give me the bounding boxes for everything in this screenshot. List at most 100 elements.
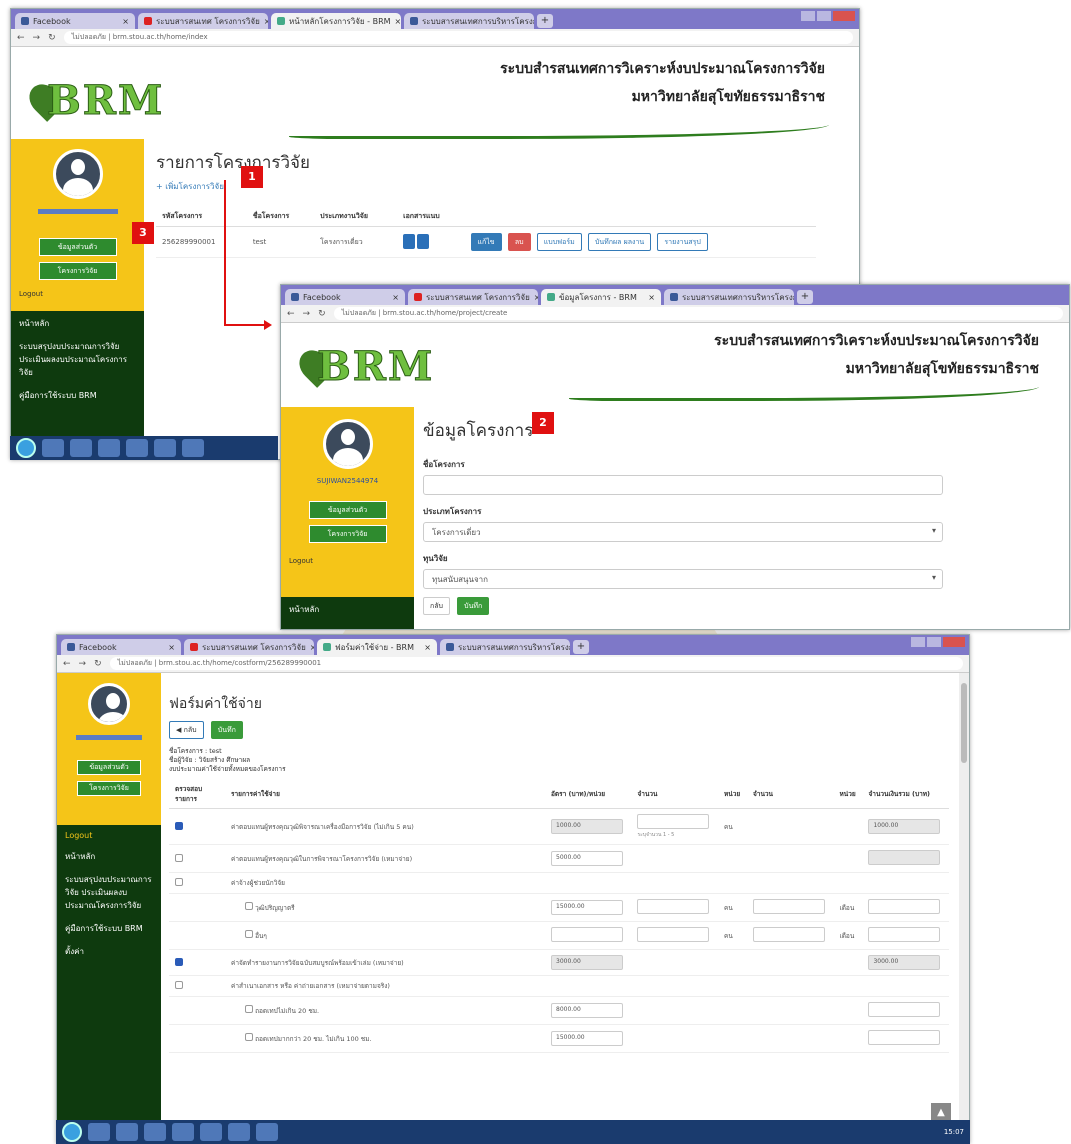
- save-button[interactable]: บันทึก: [210, 721, 243, 739]
- sidebar-item-home[interactable]: หน้าหลัก: [65, 850, 153, 863]
- sidebar-item-home[interactable]: หน้าหลัก: [289, 603, 406, 616]
- reload-icon[interactable]: ↻: [94, 659, 102, 669]
- ie-icon[interactable]: [42, 439, 64, 457]
- maximize-button[interactable]: [927, 637, 941, 647]
- rate-input[interactable]: 5000.00: [551, 851, 623, 866]
- logout-link[interactable]: Logout: [281, 553, 414, 569]
- chrome-icon[interactable]: [172, 1123, 194, 1141]
- app-icon[interactable]: [200, 1123, 222, 1141]
- forward-arrow-icon[interactable]: →: [79, 659, 87, 669]
- qty2-input[interactable]: [752, 899, 825, 914]
- document-icon[interactable]: [403, 233, 416, 249]
- new-tab-button[interactable]: +: [537, 14, 553, 28]
- url-field[interactable]: ไม่ปลอดภัย | brm.stou.ac.th/home/project…: [333, 307, 1063, 320]
- project-type-select[interactable]: โครงการเดี่ยว ▾: [423, 522, 943, 542]
- rate-input[interactable]: 15000.00: [551, 1031, 623, 1046]
- browser-tab[interactable]: ระบบสารสนเทศ โครงการวิจัย×: [138, 13, 268, 29]
- profile-info-button[interactable]: ข้อมูลส่วนตัว: [308, 501, 387, 519]
- row-checkbox[interactable]: [245, 902, 253, 910]
- row-checkbox[interactable]: [245, 930, 253, 938]
- fund-select[interactable]: ทุนสนับสนุนจาก ▾: [423, 569, 943, 589]
- reload-icon[interactable]: ↻: [48, 33, 56, 43]
- reload-icon[interactable]: ↻: [318, 309, 326, 319]
- record-results-button[interactable]: บันทึกผล ผลงาน: [587, 233, 652, 251]
- project-edit-button[interactable]: โครงการวิจัย: [77, 781, 141, 796]
- app-icon[interactable]: [182, 439, 204, 457]
- url-field[interactable]: ไม่ปลอดภัย | brm.stou.ac.th/home/index: [63, 31, 853, 44]
- form-button[interactable]: แบบฟอร์ม: [536, 233, 582, 251]
- sidebar-item-budget[interactable]: ระบบสรุปงบประมาณการวิจัย ประเมินผลงบประม…: [65, 873, 153, 912]
- profile-info-button[interactable]: ข้อมูลส่วนตัว: [38, 238, 117, 256]
- browser-tab-active[interactable]: หน้าหลักโครงการวิจัย - BRM ×: [271, 13, 401, 29]
- sidebar-item-home[interactable]: หน้าหลัก: [19, 317, 136, 330]
- back-button[interactable]: กลับ: [423, 597, 450, 615]
- new-tab-button[interactable]: +: [573, 640, 589, 654]
- qty2-input[interactable]: [752, 927, 825, 942]
- browser-tab[interactable]: ระบบสารสนเทศ โครงการวิจัย×: [184, 639, 314, 655]
- browser-tab[interactable]: Facebook ×: [285, 289, 405, 305]
- maximize-button[interactable]: [817, 11, 831, 21]
- logout-link[interactable]: Logout: [65, 831, 153, 840]
- explorer-icon[interactable]: [70, 439, 92, 457]
- qty-input[interactable]: [637, 927, 710, 942]
- start-button[interactable]: [16, 438, 36, 458]
- minimize-button[interactable]: [911, 637, 925, 647]
- project-edit-button[interactable]: โครงการวิจัย: [38, 262, 117, 280]
- close-window-button[interactable]: [943, 637, 965, 647]
- delete-button[interactable]: ลบ: [507, 233, 531, 251]
- document-icon[interactable]: [417, 233, 430, 249]
- back-arrow-icon[interactable]: ←: [287, 309, 295, 319]
- media-icon[interactable]: [144, 1123, 166, 1141]
- sidebar-item-manual[interactable]: คู่มือการใช้ระบบ BRM: [65, 922, 153, 935]
- row-checkbox[interactable]: [245, 1033, 253, 1041]
- row-checkbox[interactable]: [175, 853, 183, 862]
- row-checkbox[interactable]: [175, 878, 183, 886]
- rate-input[interactable]: [551, 927, 623, 942]
- page-scrollbar[interactable]: [959, 673, 969, 1143]
- new-tab-button[interactable]: +: [797, 290, 813, 304]
- project-edit-button[interactable]: โครงการวิจัย: [308, 525, 387, 543]
- browser-tab[interactable]: Facebook ×: [61, 639, 181, 655]
- profile-info-button[interactable]: ข้อมูลส่วนตัว: [77, 760, 141, 775]
- app-icon[interactable]: [228, 1123, 250, 1141]
- project-name-input[interactable]: [423, 475, 943, 495]
- save-button[interactable]: บันทึก: [457, 597, 490, 615]
- logout-link[interactable]: Logout: [11, 286, 144, 302]
- qty-input[interactable]: [637, 814, 710, 829]
- summary-report-button[interactable]: รายงานสรุป: [657, 233, 708, 251]
- close-window-button[interactable]: [833, 11, 855, 21]
- back-button[interactable]: ◀ กลับ: [169, 721, 204, 739]
- row-checkbox[interactable]: [175, 821, 183, 830]
- chrome-icon[interactable]: [126, 439, 148, 457]
- rate-input[interactable]: 15000.00: [551, 900, 623, 915]
- url-field[interactable]: ไม่ปลอดภัย | brm.stou.ac.th/home/costfor…: [109, 657, 963, 670]
- row-checkbox[interactable]: [175, 981, 183, 989]
- qty-input[interactable]: [637, 899, 710, 914]
- app-icon[interactable]: [256, 1123, 278, 1141]
- browser-tab[interactable]: ระบบสารสนเทศการบริหารโครงการ×: [664, 289, 794, 305]
- app-icon[interactable]: [154, 439, 176, 457]
- browser-tab[interactable]: ระบบสารสนเทศการบริหารโครงการ×: [404, 13, 534, 29]
- start-button[interactable]: [62, 1122, 82, 1142]
- back-arrow-icon[interactable]: ←: [63, 659, 71, 669]
- browser-tab[interactable]: Facebook ×: [15, 13, 135, 29]
- browser-tab[interactable]: ระบบสารสนเทศการบริหารโครงการ×: [440, 639, 570, 655]
- row-checkbox[interactable]: [175, 957, 183, 966]
- media-icon[interactable]: [98, 439, 120, 457]
- browser-tab[interactable]: ระบบสารสนเทศ โครงการวิจัย×: [408, 289, 538, 305]
- edit-button[interactable]: แก้ไข: [470, 233, 502, 251]
- rate-input[interactable]: 8000.00: [551, 1003, 623, 1018]
- site-banner: BRM ระบบสำรสนเทศการวิเคราะห์งบประมาณโครง…: [281, 323, 1069, 407]
- sidebar-item-settings[interactable]: ตั้งค่า: [65, 945, 153, 958]
- sidebar-item-budget[interactable]: ระบบสรุปงบประมาณการวิจัย ประเมินผลงบประม…: [19, 340, 136, 379]
- sidebar-item-manual[interactable]: คู่มือการใช้ระบบ BRM: [19, 389, 136, 402]
- explorer-icon[interactable]: [116, 1123, 138, 1141]
- row-checkbox[interactable]: [245, 1005, 253, 1013]
- minimize-button[interactable]: [801, 11, 815, 21]
- forward-arrow-icon[interactable]: →: [303, 309, 311, 319]
- forward-arrow-icon[interactable]: →: [33, 33, 41, 43]
- browser-tab-active[interactable]: ข้อมูลโครงการ - BRM ×: [541, 289, 661, 305]
- back-arrow-icon[interactable]: ←: [17, 33, 25, 43]
- browser-tab-active[interactable]: ฟอร์มค่าใช้จ่าย - BRM ×: [317, 639, 437, 655]
- ie-icon[interactable]: [88, 1123, 110, 1141]
